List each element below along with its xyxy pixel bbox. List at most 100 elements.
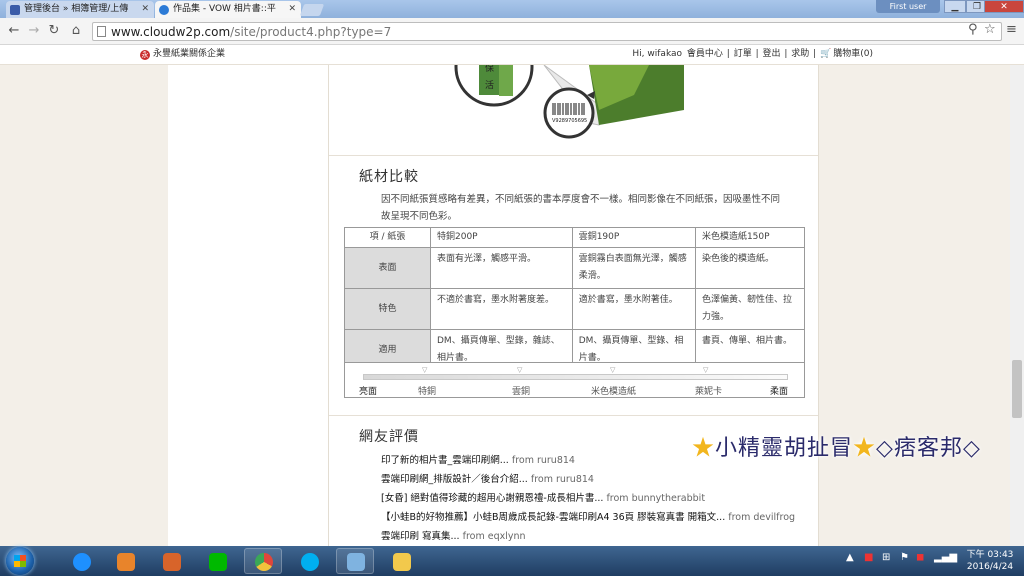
network-icon[interactable]: ▂▄▆	[934, 552, 957, 563]
taskbar: ▲ ■ ⊞ ⚑ ◼ ▂▄▆ 下午 03:43 2016/4/24	[0, 546, 1024, 576]
ie-taskbar-button[interactable]	[62, 548, 100, 574]
scale-marker-icon: ▽	[517, 366, 523, 374]
main-content: 保 活 V9289705695 紙材比較 因不同紙張質感略有差異，不同紙張的書本…	[328, 65, 819, 546]
table-cell: 色澤偏黃、韌性佳、拉力強。	[694, 288, 806, 330]
cart-icon[interactable]: 🛒	[820, 49, 831, 59]
show-hidden-icons-icon[interactable]: ▲	[846, 552, 854, 563]
table-header-cell: 項 / 紙張	[344, 227, 431, 248]
home-icon[interactable]: ⌂	[68, 23, 84, 38]
tab-product[interactable]: 作品集 - VOW 相片書::平 ✕	[155, 1, 301, 18]
table-row: 特色 不適於書寫，墨水附著度差。 適於書寫，墨水附著佳。 色澤偏黃、韌性佳、拉力…	[344, 288, 806, 330]
divider	[329, 415, 818, 416]
list-item[interactable]: [女昏] 絕對值得珍藏的超用心謝親恩禮-成長相片書... from bunnyt…	[381, 489, 811, 508]
brand-name: 永豐紙業關係企業	[153, 49, 226, 59]
back-arrow-icon[interactable]: ←	[6, 23, 22, 38]
chrome-taskbar-button[interactable]	[244, 548, 282, 574]
review-link[interactable]: 印了新的相片書_雲端印刷網...	[381, 455, 509, 466]
product-illustration: 保 活 V9289705695	[454, 65, 684, 139]
cart-link[interactable]: 購物車(0)	[833, 49, 873, 59]
help-link[interactable]: 求助	[791, 49, 809, 59]
reload-icon[interactable]: ↻	[46, 23, 62, 38]
scale-label: 特銅	[418, 387, 437, 397]
flag-icon[interactable]: ⚑	[900, 552, 909, 563]
table-cell: 不適於書寫，墨水附著度差。	[430, 288, 573, 330]
gloss-gradient-bar	[363, 374, 788, 380]
skype-taskbar-button[interactable]	[290, 548, 328, 574]
watermark-text: 小精靈胡扯冒	[715, 436, 854, 461]
line-icon	[209, 553, 227, 571]
tab-close-icon[interactable]: ✕	[141, 1, 149, 18]
row-label: 表面	[344, 247, 431, 289]
table-cell: 染色後的模造紙。	[694, 247, 806, 289]
explorer-taskbar-button[interactable]	[382, 548, 420, 574]
scale-label: 柔面	[770, 387, 789, 397]
new-tab-button[interactable]	[299, 4, 325, 16]
chrome-icon	[255, 553, 273, 571]
profile-user-tag[interactable]: First user	[876, 0, 940, 13]
tray-app-icon[interactable]: ■	[864, 552, 873, 563]
paper-compare-title: 紙材比較	[359, 169, 419, 185]
table-cell: 雲銅霧白表面無光澤，觸感柔滑。	[571, 247, 696, 289]
reviews-title: 網友評價	[359, 429, 419, 445]
star-icon: ★	[692, 436, 716, 461]
paper-compare-description: 因不同紙張質感略有差異，不同紙張的書本厚度會不一樣。相同影像在不同紙張，因吸墨性…	[381, 194, 781, 222]
browser-toolbar: ← → ↻ ⌂ www.cloudw2p.com/site/product4.p…	[0, 18, 1024, 45]
skype-icon	[301, 553, 319, 571]
table-header-row: 項 / 紙張 特銅200P 雲銅190P 米色模造紙150P	[344, 227, 806, 248]
left-column	[168, 65, 328, 546]
address-bar[interactable]: www.cloudw2p.com/site/product4.php?type=…	[92, 22, 1002, 41]
logout-link[interactable]: 登出	[762, 49, 780, 59]
table-header-cell: 特銅200P	[430, 227, 573, 248]
tab-close-icon[interactable]: ✕	[288, 1, 296, 18]
windows-update-icon[interactable]: ⊞	[882, 552, 890, 563]
orders-link[interactable]: 訂單	[734, 49, 752, 59]
site-header: 永永豐紙業關係企業 Hi, wifakao 會員中心 | 訂單 | 登出 | 求…	[0, 45, 1024, 65]
greeting: Hi, wifakao	[632, 49, 683, 59]
site-favicon-icon	[159, 5, 169, 15]
scale-label: 米色模造紙	[591, 387, 637, 397]
list-item[interactable]: 雲端印刷 寫真集... from eqxlynn	[381, 527, 811, 546]
divider	[329, 155, 818, 156]
forward-arrow-icon[interactable]: →	[26, 23, 42, 38]
gloss-scale: ▽ ▽ ▽ ▽ 亮面 特銅 雲銅 米色模造紙 萊妮卡 柔面	[344, 362, 805, 398]
menu-icon[interactable]: ≡	[1006, 22, 1017, 37]
store-icon	[163, 553, 181, 571]
review-link[interactable]: 雲端印刷網_排版設計／後台介紹...	[381, 474, 528, 485]
clock-date: 2016/4/24	[966, 562, 1014, 572]
brand[interactable]: 永永豐紙業關係企業	[140, 48, 225, 61]
paint-taskbar-button[interactable]	[336, 548, 374, 574]
security-icon[interactable]: ◼	[916, 552, 924, 563]
paint-icon	[347, 553, 365, 571]
tab-label: 作品集 - VOW 相片書::平	[173, 4, 276, 14]
close-window-button[interactable]: ✕	[984, 0, 1024, 13]
pin-icon[interactable]: ⚲	[968, 22, 978, 37]
store-taskbar-button[interactable]	[152, 548, 190, 574]
brand-logo-icon: 永	[140, 50, 150, 60]
review-link[interactable]: [女昏] 絕對值得珍藏的超用心謝親恩禮-成長相片書...	[381, 493, 603, 504]
scale-marker-icon: ▽	[703, 366, 709, 374]
minimize-button[interactable]: ▁	[944, 0, 966, 13]
review-link[interactable]: 雲端印刷 寫真集...	[381, 531, 460, 542]
member-center-link[interactable]: 會員中心	[687, 49, 723, 59]
row-label: 特色	[344, 288, 431, 330]
scrollbar[interactable]	[1010, 65, 1024, 546]
line-taskbar-button[interactable]	[198, 548, 236, 574]
scale-marker-icon: ▽	[610, 366, 616, 374]
scale-label: 雲銅	[512, 387, 531, 397]
tab-admin[interactable]: 管理後台 » 相簿管理/上傳 ✕	[6, 1, 154, 18]
review-link[interactable]: 【小蛙B的好物推薦】小蛙B周歲成長記錄-雲端印刷A4 36頁 膠裝寫真書 開箱文…	[381, 512, 725, 523]
list-item[interactable]: 【小蛙B的好物推薦】小蛙B周歲成長記錄-雲端印刷A4 36頁 膠裝寫真書 開箱文…	[381, 508, 811, 527]
media-player-taskbar-button[interactable]	[106, 548, 144, 574]
lens-text: 活	[485, 79, 494, 91]
url-text: www.cloudw2p.com/site/product4.php?type=…	[111, 25, 392, 39]
review-list: 印了新的相片書_雲端印刷網... from ruru814 雲端印刷網_排版設計…	[381, 451, 811, 546]
barcode-number: V9289705695	[552, 118, 587, 124]
start-button[interactable]	[6, 547, 34, 575]
scrollbar-thumb[interactable]	[1012, 360, 1022, 418]
scale-label: 亮面	[359, 387, 378, 397]
table-cell: 表面有光澤，觸感平滑。	[430, 247, 573, 289]
list-item[interactable]: 雲端印刷網_排版設計／後台介紹... from ruru814	[381, 470, 811, 489]
clock[interactable]: 下午 03:43 2016/4/24	[960, 549, 1020, 573]
bookmark-star-icon[interactable]: ☆	[984, 22, 996, 37]
folder-icon	[393, 553, 411, 571]
